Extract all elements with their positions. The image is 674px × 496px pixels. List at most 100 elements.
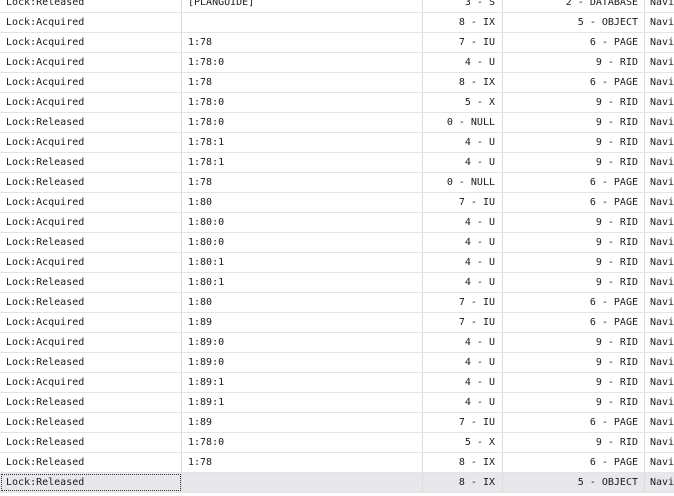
type-cell[interactable]: 9 - RID (503, 273, 645, 292)
mode-cell[interactable]: 8 - IX (423, 453, 503, 472)
mode-cell[interactable]: 7 - IU (423, 313, 503, 332)
event-class-cell[interactable]: Lock:Acquired (0, 73, 182, 92)
resource-cell[interactable]: 1:78 (182, 33, 423, 52)
mode-cell[interactable]: 8 - IX (423, 13, 503, 32)
resource-cell[interactable]: 1:80 (182, 293, 423, 312)
resource-cell[interactable]: 1:89:1 (182, 373, 423, 392)
event-class-cell[interactable]: Lock:Released (0, 413, 182, 432)
type-cell[interactable]: 9 - RID (503, 113, 645, 132)
mode-cell[interactable]: 7 - IU (423, 293, 503, 312)
resource-cell[interactable]: 1:78 (182, 73, 423, 92)
resource-cell[interactable]: [PLANGUIDE] (182, 0, 423, 12)
type-cell[interactable]: 6 - PAGE (503, 193, 645, 212)
type-cell[interactable]: 6 - PAGE (503, 173, 645, 192)
type-cell[interactable]: 6 - PAGE (503, 453, 645, 472)
database-cell[interactable]: Navi (645, 433, 674, 452)
mode-cell[interactable]: 3 - S (423, 0, 503, 12)
event-class-cell[interactable]: Lock:Acquired (0, 13, 182, 32)
type-cell[interactable]: 9 - RID (503, 393, 645, 412)
table-row[interactable]: Lock:Acquired 1:80:0 4 - U9 - RID Navi (0, 213, 674, 233)
table-row[interactable]: Lock:Acquired 8 - IX 5 - OBJECT Navi (0, 13, 674, 33)
table-row[interactable]: Lock:Released 1:89:1 4 - U9 - RID Navi (0, 393, 674, 413)
database-cell[interactable]: Navi (645, 153, 674, 172)
table-row[interactable]: Lock:Released 1:78 0 - NULL 6 - PAGE Navi (0, 173, 674, 193)
type-cell[interactable]: 9 - RID (503, 333, 645, 352)
mode-cell[interactable]: 4 - U (423, 213, 503, 232)
mode-cell[interactable]: 4 - U (423, 273, 503, 292)
database-cell[interactable]: Navi (645, 273, 674, 292)
event-class-cell[interactable]: Lock:Released (0, 153, 182, 172)
mode-cell[interactable]: 8 - IX (423, 473, 503, 492)
type-cell[interactable]: 6 - PAGE (503, 413, 645, 432)
trace-results-grid[interactable]: Lock:Released [PLANGUIDE] 3 - S2 - DATABAS… (0, 0, 674, 493)
mode-cell[interactable]: 4 - U (423, 393, 503, 412)
type-cell[interactable]: 9 - RID (503, 93, 645, 112)
type-cell[interactable]: 9 - RID (503, 153, 645, 172)
type-cell[interactable]: 9 - RID (503, 253, 645, 272)
type-cell[interactable]: 6 - PAGE (503, 293, 645, 312)
database-cell[interactable]: Navi (645, 393, 674, 412)
type-cell[interactable]: 9 - RID (503, 233, 645, 252)
database-cell[interactable]: Navi (645, 193, 674, 212)
event-class-cell[interactable]: Lock:Acquired (0, 213, 182, 232)
mode-cell[interactable]: 5 - X (423, 433, 503, 452)
table-row[interactable]: Lock:Acquired 1:78:0 5 - X9 - RID Navi (0, 93, 674, 113)
event-class-cell[interactable]: Lock:Released (0, 353, 182, 372)
database-cell[interactable]: Navi (645, 313, 674, 332)
table-row[interactable]: Lock:Acquired 1:78:0 4 - U9 - RID Navi (0, 53, 674, 73)
resource-cell[interactable] (182, 13, 423, 32)
type-cell[interactable]: 9 - RID (503, 433, 645, 452)
table-row[interactable]: Lock:Released 1:78:1 4 - U9 - RID Navi (0, 153, 674, 173)
database-cell[interactable]: Navi (645, 173, 674, 192)
mode-cell[interactable]: 7 - IU (423, 193, 503, 212)
resource-cell[interactable]: 1:80:0 (182, 213, 423, 232)
mode-cell[interactable]: 4 - U (423, 253, 503, 272)
event-class-cell[interactable]: Lock:Released (0, 453, 182, 472)
database-cell[interactable]: Navi (645, 373, 674, 392)
table-row[interactable]: Lock:Released 1:78 8 - IX 6 - PAGE Navi (0, 453, 674, 473)
event-class-cell[interactable]: Lock:Acquired (0, 333, 182, 352)
type-cell[interactable]: 9 - RID (503, 373, 645, 392)
database-cell[interactable]: Navi (645, 33, 674, 52)
event-class-cell[interactable]: Lock:Acquired (0, 33, 182, 52)
database-cell[interactable]: Navi (645, 0, 674, 12)
mode-cell[interactable]: 4 - U (423, 153, 503, 172)
database-cell[interactable]: Navi (645, 213, 674, 232)
database-cell[interactable]: Navi (645, 253, 674, 272)
table-row[interactable]: Lock:Acquired 1:80:1 4 - U9 - RID Navi (0, 253, 674, 273)
table-row[interactable]: Lock:Released 1:89 7 - IU 6 - PAGE Navi (0, 413, 674, 433)
database-cell[interactable]: Navi (645, 113, 674, 132)
table-row[interactable]: Lock:Acquired 1:78 8 - IX 6 - PAGE Navi (0, 73, 674, 93)
resource-cell[interactable]: 1:80 (182, 193, 423, 212)
resource-cell[interactable]: 1:80:1 (182, 273, 423, 292)
table-row[interactable]: Lock:Acquired 1:80 7 - IU 6 - PAGE Navi (0, 193, 674, 213)
resource-cell[interactable]: 1:89:0 (182, 353, 423, 372)
table-row[interactable]: Lock:Released 1:80:0 4 - U9 - RID Navi (0, 233, 674, 253)
mode-cell[interactable]: 4 - U (423, 133, 503, 152)
mode-cell[interactable]: 4 - U (423, 53, 503, 72)
resource-cell[interactable]: 1:78 (182, 453, 423, 472)
database-cell[interactable]: Navi (645, 73, 674, 92)
event-class-cell[interactable]: Lock:Acquired (0, 133, 182, 152)
mode-cell[interactable]: 0 - NULL (423, 173, 503, 192)
type-cell[interactable]: 6 - PAGE (503, 73, 645, 92)
database-cell[interactable]: Navi (645, 293, 674, 312)
database-cell[interactable]: Navi (645, 233, 674, 252)
table-row[interactable]: Lock:Released 1:78:0 5 - X9 - RID Navi (0, 433, 674, 453)
event-class-cell[interactable]: Lock:Acquired (0, 373, 182, 392)
event-class-cell[interactable]: Lock:Acquired (0, 313, 182, 332)
mode-cell[interactable]: 4 - U (423, 353, 503, 372)
mode-cell[interactable]: 0 - NULL (423, 113, 503, 132)
database-cell[interactable]: Navi (645, 473, 674, 492)
event-class-cell[interactable]: Lock:Released (0, 293, 182, 312)
table-row[interactable]: Lock:Released 1:80:1 4 - U9 - RID Navi (0, 273, 674, 293)
mode-cell[interactable]: 5 - X (423, 93, 503, 112)
mode-cell[interactable]: 4 - U (423, 333, 503, 352)
resource-cell[interactable]: 1:78:1 (182, 133, 423, 152)
event-class-cell[interactable]: Lock:Acquired (0, 93, 182, 112)
type-cell[interactable]: 6 - PAGE (503, 33, 645, 52)
resource-cell[interactable]: 1:78:1 (182, 153, 423, 172)
type-cell[interactable]: 5 - OBJECT (503, 473, 645, 492)
type-cell[interactable]: 9 - RID (503, 213, 645, 232)
database-cell[interactable]: Navi (645, 93, 674, 112)
